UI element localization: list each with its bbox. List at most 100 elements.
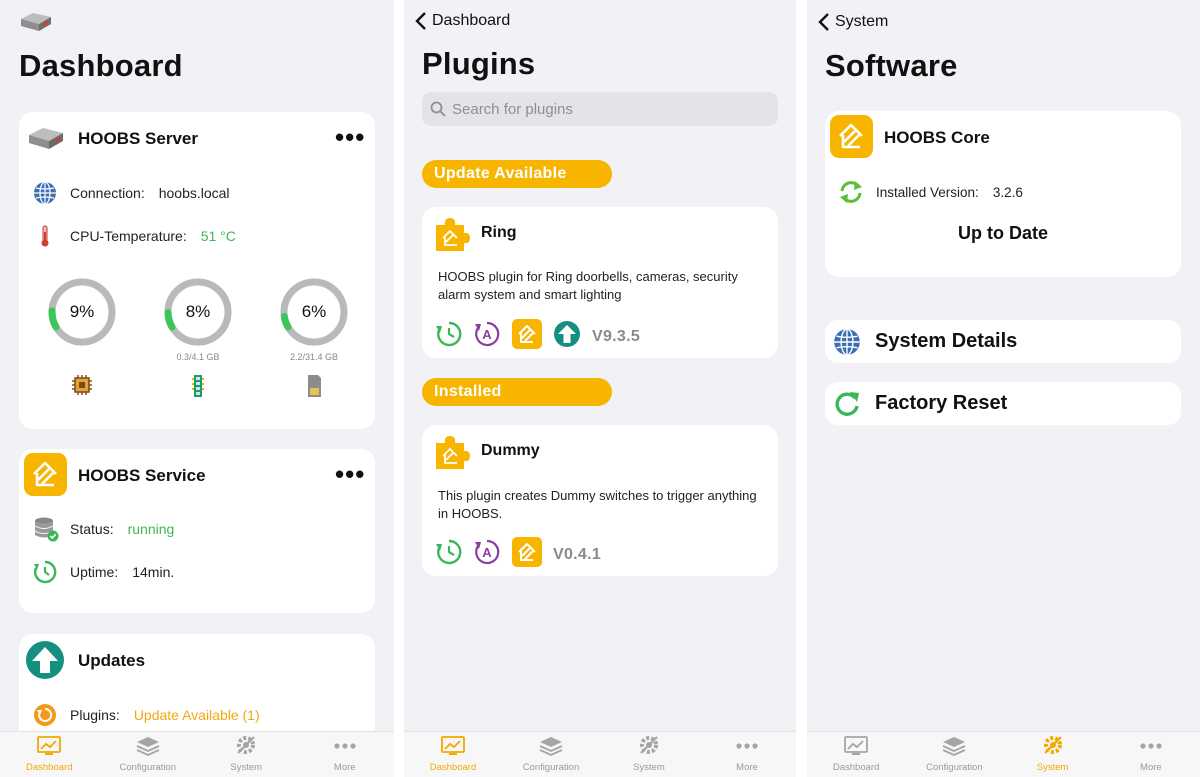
globe-icon xyxy=(834,327,860,356)
gauge-value: 8% xyxy=(185,302,211,321)
tab-label: More xyxy=(736,762,758,773)
updates-title: Updates xyxy=(78,651,146,670)
uptime-value: 14min. xyxy=(132,564,175,580)
server-more-button[interactable]: ••• xyxy=(335,124,365,150)
tab-configuration[interactable]: Configuration xyxy=(502,732,600,777)
tab-label: Dashboard xyxy=(429,762,477,773)
plugin-description: This plugin creates Dummy switches to tr… xyxy=(438,488,757,521)
cpu-temp-row: CPU-Temperature: 51 °C xyxy=(33,224,236,248)
more-icon xyxy=(333,736,357,762)
tab-dashboard[interactable]: Dashboard xyxy=(404,732,502,777)
tab-label: Configuration xyxy=(522,762,580,773)
tab-more[interactable]: More xyxy=(1102,732,1200,777)
tab-label: Configuration xyxy=(119,762,176,773)
service-title: HOOBS Service xyxy=(78,466,206,485)
plugin-name: Ring xyxy=(481,224,517,241)
tab-configuration[interactable]: Configuration xyxy=(905,732,1003,777)
plugins-screen: Dashboard Plugins Search for plugins Upd… xyxy=(404,0,796,777)
installed-version-value: 3.2.6 xyxy=(992,184,1023,200)
tab-configuration[interactable]: Configuration xyxy=(99,732,198,777)
service-more-button[interactable]: ••• xyxy=(335,461,365,487)
update-badge-icon[interactable] xyxy=(553,320,581,353)
gauge-subtitle: 2.2/31.4 GB xyxy=(289,352,339,362)
back-button[interactable]: Dashboard xyxy=(415,11,510,31)
status-value: running xyxy=(127,521,175,537)
tab-system[interactable]: System xyxy=(197,732,296,777)
gauge-value: 6% xyxy=(301,302,327,321)
plugin-badges: A V0.4.1 xyxy=(436,537,612,572)
usage-gauge: 9% xyxy=(47,277,117,347)
factory-reset-label: Factory Reset xyxy=(875,392,1008,414)
tab-label: System xyxy=(230,762,263,773)
back-button[interactable]: System xyxy=(818,12,888,32)
plugin-card[interactable]: Dummy This plugin creates Dummy switches… xyxy=(422,425,778,576)
more-icon xyxy=(1139,736,1163,762)
hoobs-logo-icon xyxy=(24,453,67,496)
server-icon xyxy=(29,128,63,149)
tab-label: Configuration xyxy=(926,762,983,773)
a-badge-icon: A xyxy=(473,538,501,571)
connection-row: Connection: hoobs.local xyxy=(33,181,230,205)
system-icon xyxy=(637,734,661,762)
dashboard-screen: Dashboard HOOBS Server ••• Connection: h… xyxy=(0,0,394,777)
tab-system[interactable]: System xyxy=(1004,732,1102,777)
tab-label: More xyxy=(1140,762,1162,773)
back-label: Dashboard xyxy=(432,12,511,29)
tab-bar: Dashboard Configuration System More xyxy=(404,731,796,777)
gauge-subtitle: 0.3/4.1 GB xyxy=(176,352,220,362)
configuration-icon xyxy=(136,736,160,762)
cpu-icon xyxy=(71,374,93,401)
plugin-name: Dummy xyxy=(481,442,540,459)
factory-reset-button[interactable]: Factory Reset xyxy=(825,382,1181,425)
dashboard-icon xyxy=(37,736,62,762)
svg-text:A: A xyxy=(482,327,492,342)
plugin-version: V0.4.1 xyxy=(553,545,602,563)
cpu-temp-label: CPU-Temperature: xyxy=(70,228,187,244)
tab-dashboard[interactable]: Dashboard xyxy=(0,732,99,777)
sync-icon xyxy=(840,181,862,203)
tab-label: System xyxy=(1036,762,1069,773)
configuration-icon xyxy=(539,736,563,762)
database-check-icon xyxy=(34,517,59,542)
search-placeholder: Search for plugins xyxy=(452,100,573,118)
tab-more[interactable]: More xyxy=(296,732,395,777)
dashboard-icon xyxy=(441,736,465,762)
memory-icon xyxy=(187,374,209,403)
section-installed: Installed xyxy=(422,378,612,406)
globe-icon xyxy=(34,181,56,205)
plugin-version: V9.3.5 xyxy=(592,327,641,345)
plugin-description: HOOBS plugin for Ring doorbells, cameras… xyxy=(438,269,738,302)
refresh-orange-icon xyxy=(34,704,56,726)
service-card: HOOBS Service ••• Status: running Uptime… xyxy=(19,449,375,613)
thermometer-icon xyxy=(41,225,49,247)
status-row: Status: running xyxy=(33,516,174,542)
tab-dashboard[interactable]: Dashboard xyxy=(807,732,905,777)
sd-card-icon xyxy=(303,374,325,403)
chevron-left-icon xyxy=(415,12,426,30)
hoobs-core-card: HOOBS Core Installed Version: 3.2.6 Up t… xyxy=(825,111,1181,277)
chevron-left-icon xyxy=(818,13,829,31)
page-title: Software xyxy=(825,48,958,83)
tab-label: Dashboard xyxy=(26,762,73,773)
puzzle-icon xyxy=(432,433,470,476)
connection-value: hoobs.local xyxy=(158,185,230,201)
plugin-card[interactable]: Ring HOOBS plugin for Ring doorbells, ca… xyxy=(422,207,778,358)
configuration-icon xyxy=(942,736,966,762)
system-details-button[interactable]: System Details xyxy=(825,320,1181,363)
plugin-badges: A V9.3.5 xyxy=(436,319,651,354)
server-card: HOOBS Server ••• Connection: hoobs.local… xyxy=(19,112,375,429)
dashboard-icon xyxy=(844,736,869,762)
search-input[interactable]: Search for plugins xyxy=(422,92,778,126)
server-title: HOOBS Server xyxy=(78,129,198,148)
plugins-update-label: Plugins: xyxy=(70,707,120,723)
svg-text:A: A xyxy=(482,545,492,560)
reset-icon xyxy=(835,391,859,416)
uptime-label: Uptime: xyxy=(70,564,119,580)
tab-system[interactable]: System xyxy=(600,732,698,777)
back-label: System xyxy=(835,13,889,30)
hoobs-badge-icon xyxy=(512,319,542,354)
a-badge-icon: A xyxy=(473,320,501,353)
plugins-update-row[interactable]: Plugins: Update Available (1) xyxy=(33,703,260,727)
usage-gauge: 8% xyxy=(163,277,233,347)
tab-more[interactable]: More xyxy=(698,732,796,777)
